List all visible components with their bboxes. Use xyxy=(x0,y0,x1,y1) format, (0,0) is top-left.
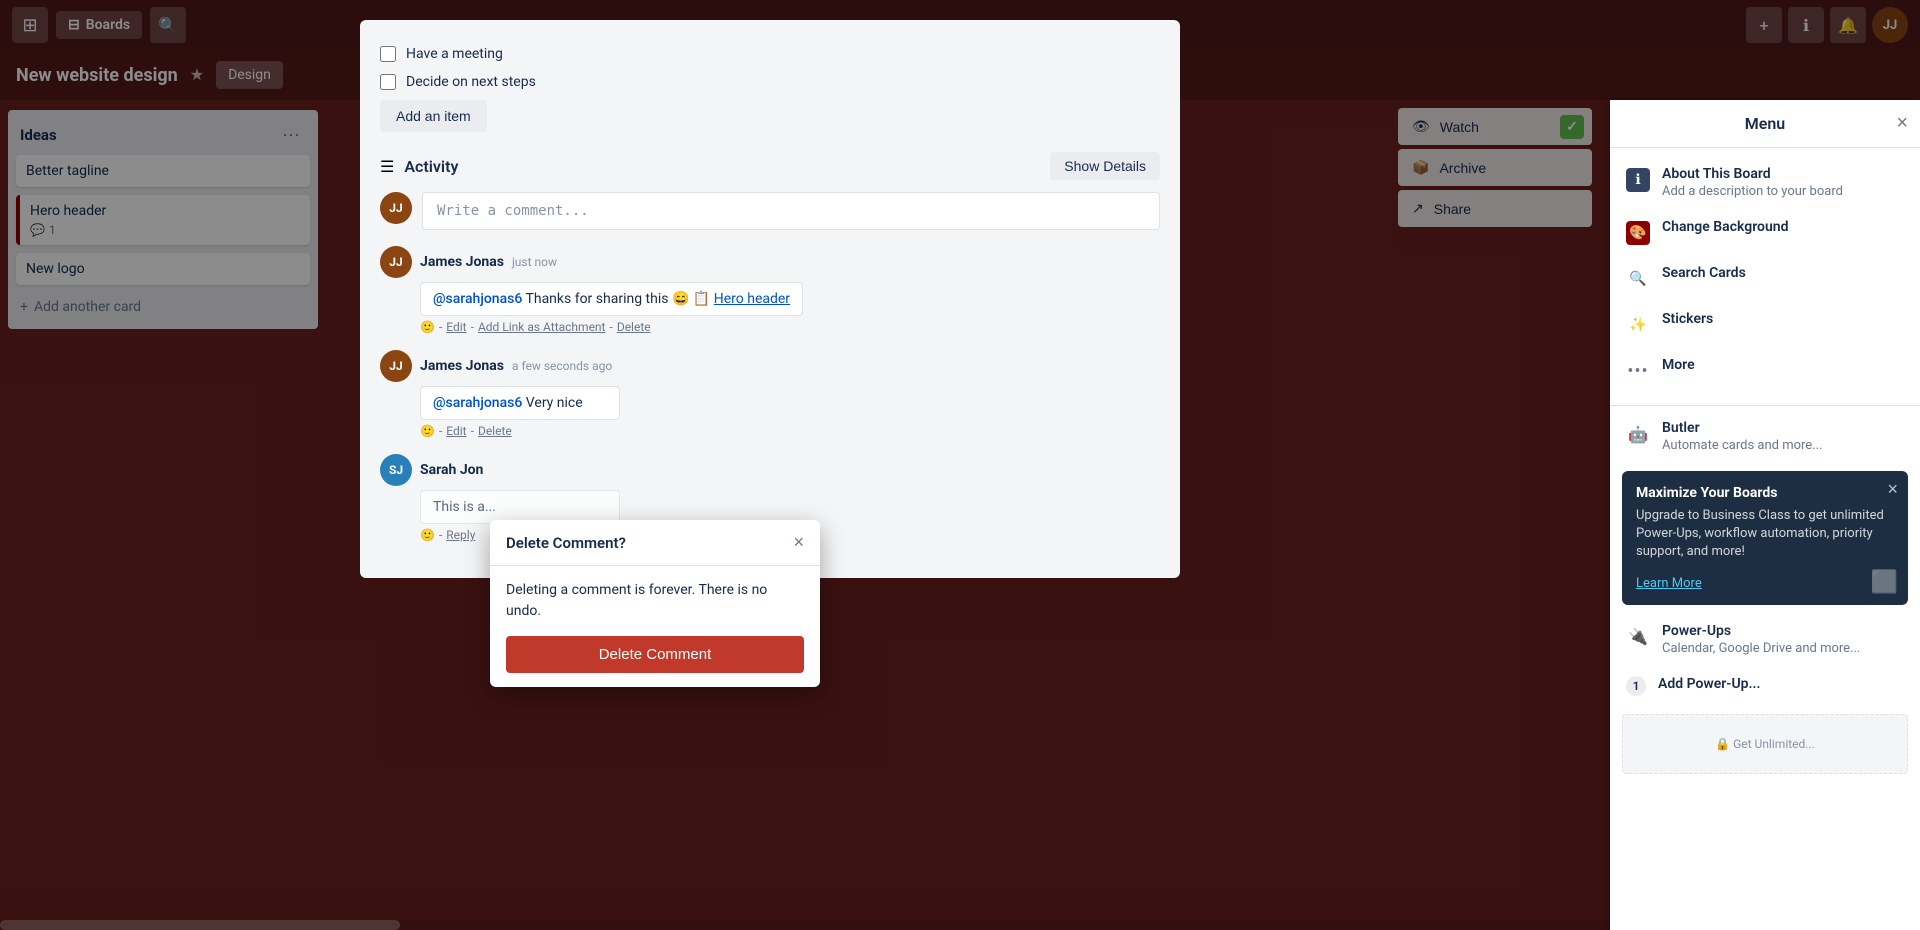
power-ups-icon: 🔌 xyxy=(1626,625,1650,649)
menu-item-power-ups[interactable]: 🔌 Power-Ups Calendar, Google Drive and m… xyxy=(1610,613,1920,666)
add-link-attachment-0[interactable]: Add Link as Attachment xyxy=(478,320,606,334)
checklist-checkbox-0[interactable] xyxy=(380,46,396,62)
learn-more-link[interactable]: Learn More xyxy=(1636,576,1702,591)
menu-header: Menu × xyxy=(1610,100,1920,148)
activity-section: ☰ Activity Show Details JJ JJ James Jona… xyxy=(380,152,1160,542)
upgrade-close-button[interactable]: × xyxy=(1887,479,1898,500)
upgrade-banner: × Maximize Your Boards Upgrade to Busine… xyxy=(1622,471,1908,605)
background-icon: 🎨 xyxy=(1626,221,1650,245)
entry-2-avatar: SJ xyxy=(380,454,412,486)
menu-item-about[interactable]: ℹ About This Board Add a description to … xyxy=(1610,156,1920,209)
activity-icon: ☰ xyxy=(380,157,394,176)
menu-item-stickers[interactable]: ✨ Stickers xyxy=(1610,301,1920,347)
comment-user-avatar: JJ xyxy=(380,192,412,224)
more-icon: ••• xyxy=(1626,359,1650,383)
reaction-icon-2: 🙂 xyxy=(420,528,435,542)
comment-input-row: JJ xyxy=(380,192,1160,230)
stickers-icon: ✨ xyxy=(1626,313,1650,337)
reaction-icon-1: 🙂 xyxy=(420,424,435,438)
delete-comment-0[interactable]: Delete xyxy=(617,320,651,334)
delete-comment-1[interactable]: Delete xyxy=(478,424,512,438)
edit-comment-1[interactable]: Edit xyxy=(446,424,466,438)
menu-item-butler[interactable]: 🤖 Butler Automate cards and more... xyxy=(1610,410,1920,463)
delete-modal-header: Delete Comment? × xyxy=(490,520,820,566)
menu-close-button[interactable]: × xyxy=(1896,112,1908,135)
activity-header: ☰ Activity Show Details xyxy=(380,152,1160,180)
checklist-item-0: Have a meeting xyxy=(380,40,1160,68)
checklist-section: Have a meeting Decide on next steps Add … xyxy=(380,40,1160,132)
menu-placeholder: 🔒 Get Unlimited... xyxy=(1622,714,1908,774)
card-modal: Have a meeting Decide on next steps Add … xyxy=(360,20,1180,578)
add-item-button[interactable]: Add an item xyxy=(380,100,487,132)
show-details-button[interactable]: Show Details xyxy=(1050,152,1160,180)
delete-comment-modal: Delete Comment? × Deleting a comment is … xyxy=(490,520,820,687)
menu-title: Menu xyxy=(1745,114,1785,133)
add-power-up-label: Add Power-Up... xyxy=(1658,676,1760,692)
butler-icon: 🤖 xyxy=(1626,422,1650,446)
comment-bubble-0: @sarahjonas6 Thanks for sharing this 😄 📋… xyxy=(420,282,803,316)
reply-comment-2[interactable]: Reply xyxy=(446,528,475,542)
comment-actions-0: 🙂 - Edit - Add Link as Attachment - Dele… xyxy=(420,320,1160,334)
delete-modal-text: Deleting a comment is forever. There is … xyxy=(506,580,804,622)
checklist-checkbox-1[interactable] xyxy=(380,74,396,90)
checklist-item-1: Decide on next steps xyxy=(380,68,1160,96)
upgrade-desc: Upgrade to Business Class to get unlimit… xyxy=(1636,507,1894,562)
edit-comment-0[interactable]: Edit xyxy=(446,320,466,334)
upgrade-title: Maximize Your Boards xyxy=(1636,485,1894,501)
menu-item-search[interactable]: 🔍 Search Cards xyxy=(1610,255,1920,301)
menu-item-add-power-up[interactable]: 1 Add Power-Up... xyxy=(1610,666,1920,706)
entry-1-avatar: JJ xyxy=(380,350,412,382)
menu-section-main: ℹ About This Board Add a description to … xyxy=(1610,148,1920,401)
comment-bubble-1: @sarahjonas6 Very nice xyxy=(420,386,620,420)
delete-modal-body: Deleting a comment is forever. There is … xyxy=(490,566,820,687)
add-power-up-count: 1 xyxy=(1626,676,1646,696)
comment-bubble-2: This is a... xyxy=(420,490,620,524)
menu-item-more[interactable]: ••• More xyxy=(1610,347,1920,393)
delete-modal-title: Delete Comment? xyxy=(506,534,626,552)
activity-title-row: ☰ Activity xyxy=(380,157,458,176)
reaction-icon-0: 🙂 xyxy=(420,320,435,334)
confirm-delete-button[interactable]: Delete Comment xyxy=(506,636,804,673)
about-icon: ℹ xyxy=(1626,168,1650,192)
activity-entry-0: JJ James Jonas just now @sarahjonas6 Tha… xyxy=(380,246,1160,334)
menu-item-background[interactable]: 🎨 Change Background xyxy=(1610,209,1920,255)
upgrade-banner-icon: ⬜ xyxy=(1871,570,1898,595)
comment-actions-1: 🙂 - Edit - Delete xyxy=(420,424,1160,438)
hero-header-link[interactable]: Hero header xyxy=(714,291,790,307)
activity-title: Activity xyxy=(404,157,458,176)
search-cards-icon: 🔍 xyxy=(1626,267,1650,291)
delete-modal-close-button[interactable]: × xyxy=(793,532,804,553)
comment-input[interactable] xyxy=(422,192,1160,230)
menu-panel: Menu × ℹ About This Board Add a descript… xyxy=(1610,100,1920,930)
activity-entry-1: JJ James Jonas a few seconds ago @sarahj… xyxy=(380,350,1160,438)
entry-0-avatar: JJ xyxy=(380,246,412,278)
